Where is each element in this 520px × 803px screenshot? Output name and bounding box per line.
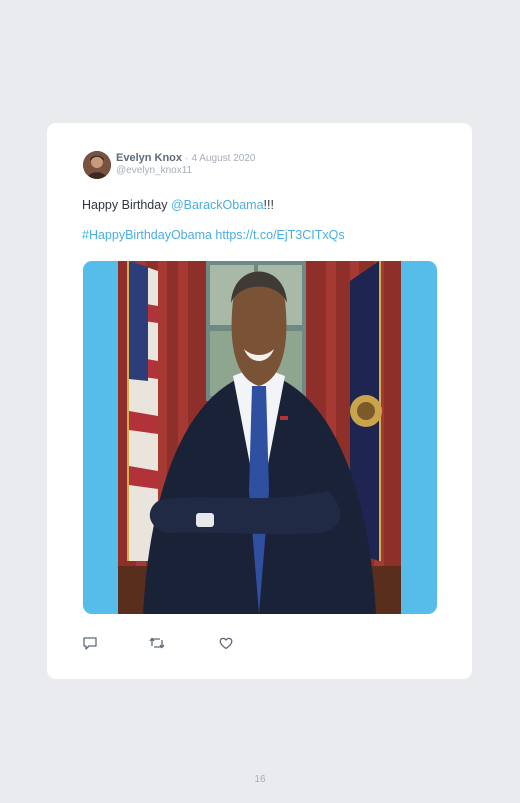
hashtag-link[interactable]: #HappyBirthdayObama	[82, 228, 212, 242]
tweet-links: #HappyBirthdayObama https://t.co/EjT3CIT…	[82, 228, 345, 242]
tweet-actions	[82, 635, 282, 651]
portrait-photo	[118, 261, 401, 614]
tweet-text: Happy Birthday @BarackObama!!!	[82, 198, 274, 212]
tweet-media[interactable]	[83, 261, 437, 614]
heart-icon	[219, 637, 233, 650]
tweet-text-suffix: !!!	[263, 198, 274, 212]
mention-link[interactable]: @BarackObama	[171, 198, 264, 212]
tweet-card: Evelyn Knox · 4 August 2020 @evelyn_knox…	[47, 123, 472, 679]
author-name[interactable]: Evelyn Knox	[116, 152, 182, 164]
url-link[interactable]: https://t.co/EjT3CITxQs	[215, 228, 344, 242]
tweet-date[interactable]: 4 August 2020	[192, 153, 256, 164]
page-number: 16	[254, 774, 266, 785]
author-handle[interactable]: @evelyn_knox11	[116, 165, 192, 176]
reply-button[interactable]	[82, 635, 98, 651]
author-row: Evelyn Knox · 4 August 2020	[116, 152, 255, 164]
tweet-text-prefix: Happy Birthday	[82, 198, 171, 212]
retweet-button[interactable]	[149, 635, 165, 651]
like-button[interactable]	[218, 635, 234, 651]
comment-icon	[83, 637, 97, 650]
avatar[interactable]	[83, 151, 111, 179]
separator: ·	[185, 153, 189, 164]
retweet-icon	[149, 637, 165, 649]
